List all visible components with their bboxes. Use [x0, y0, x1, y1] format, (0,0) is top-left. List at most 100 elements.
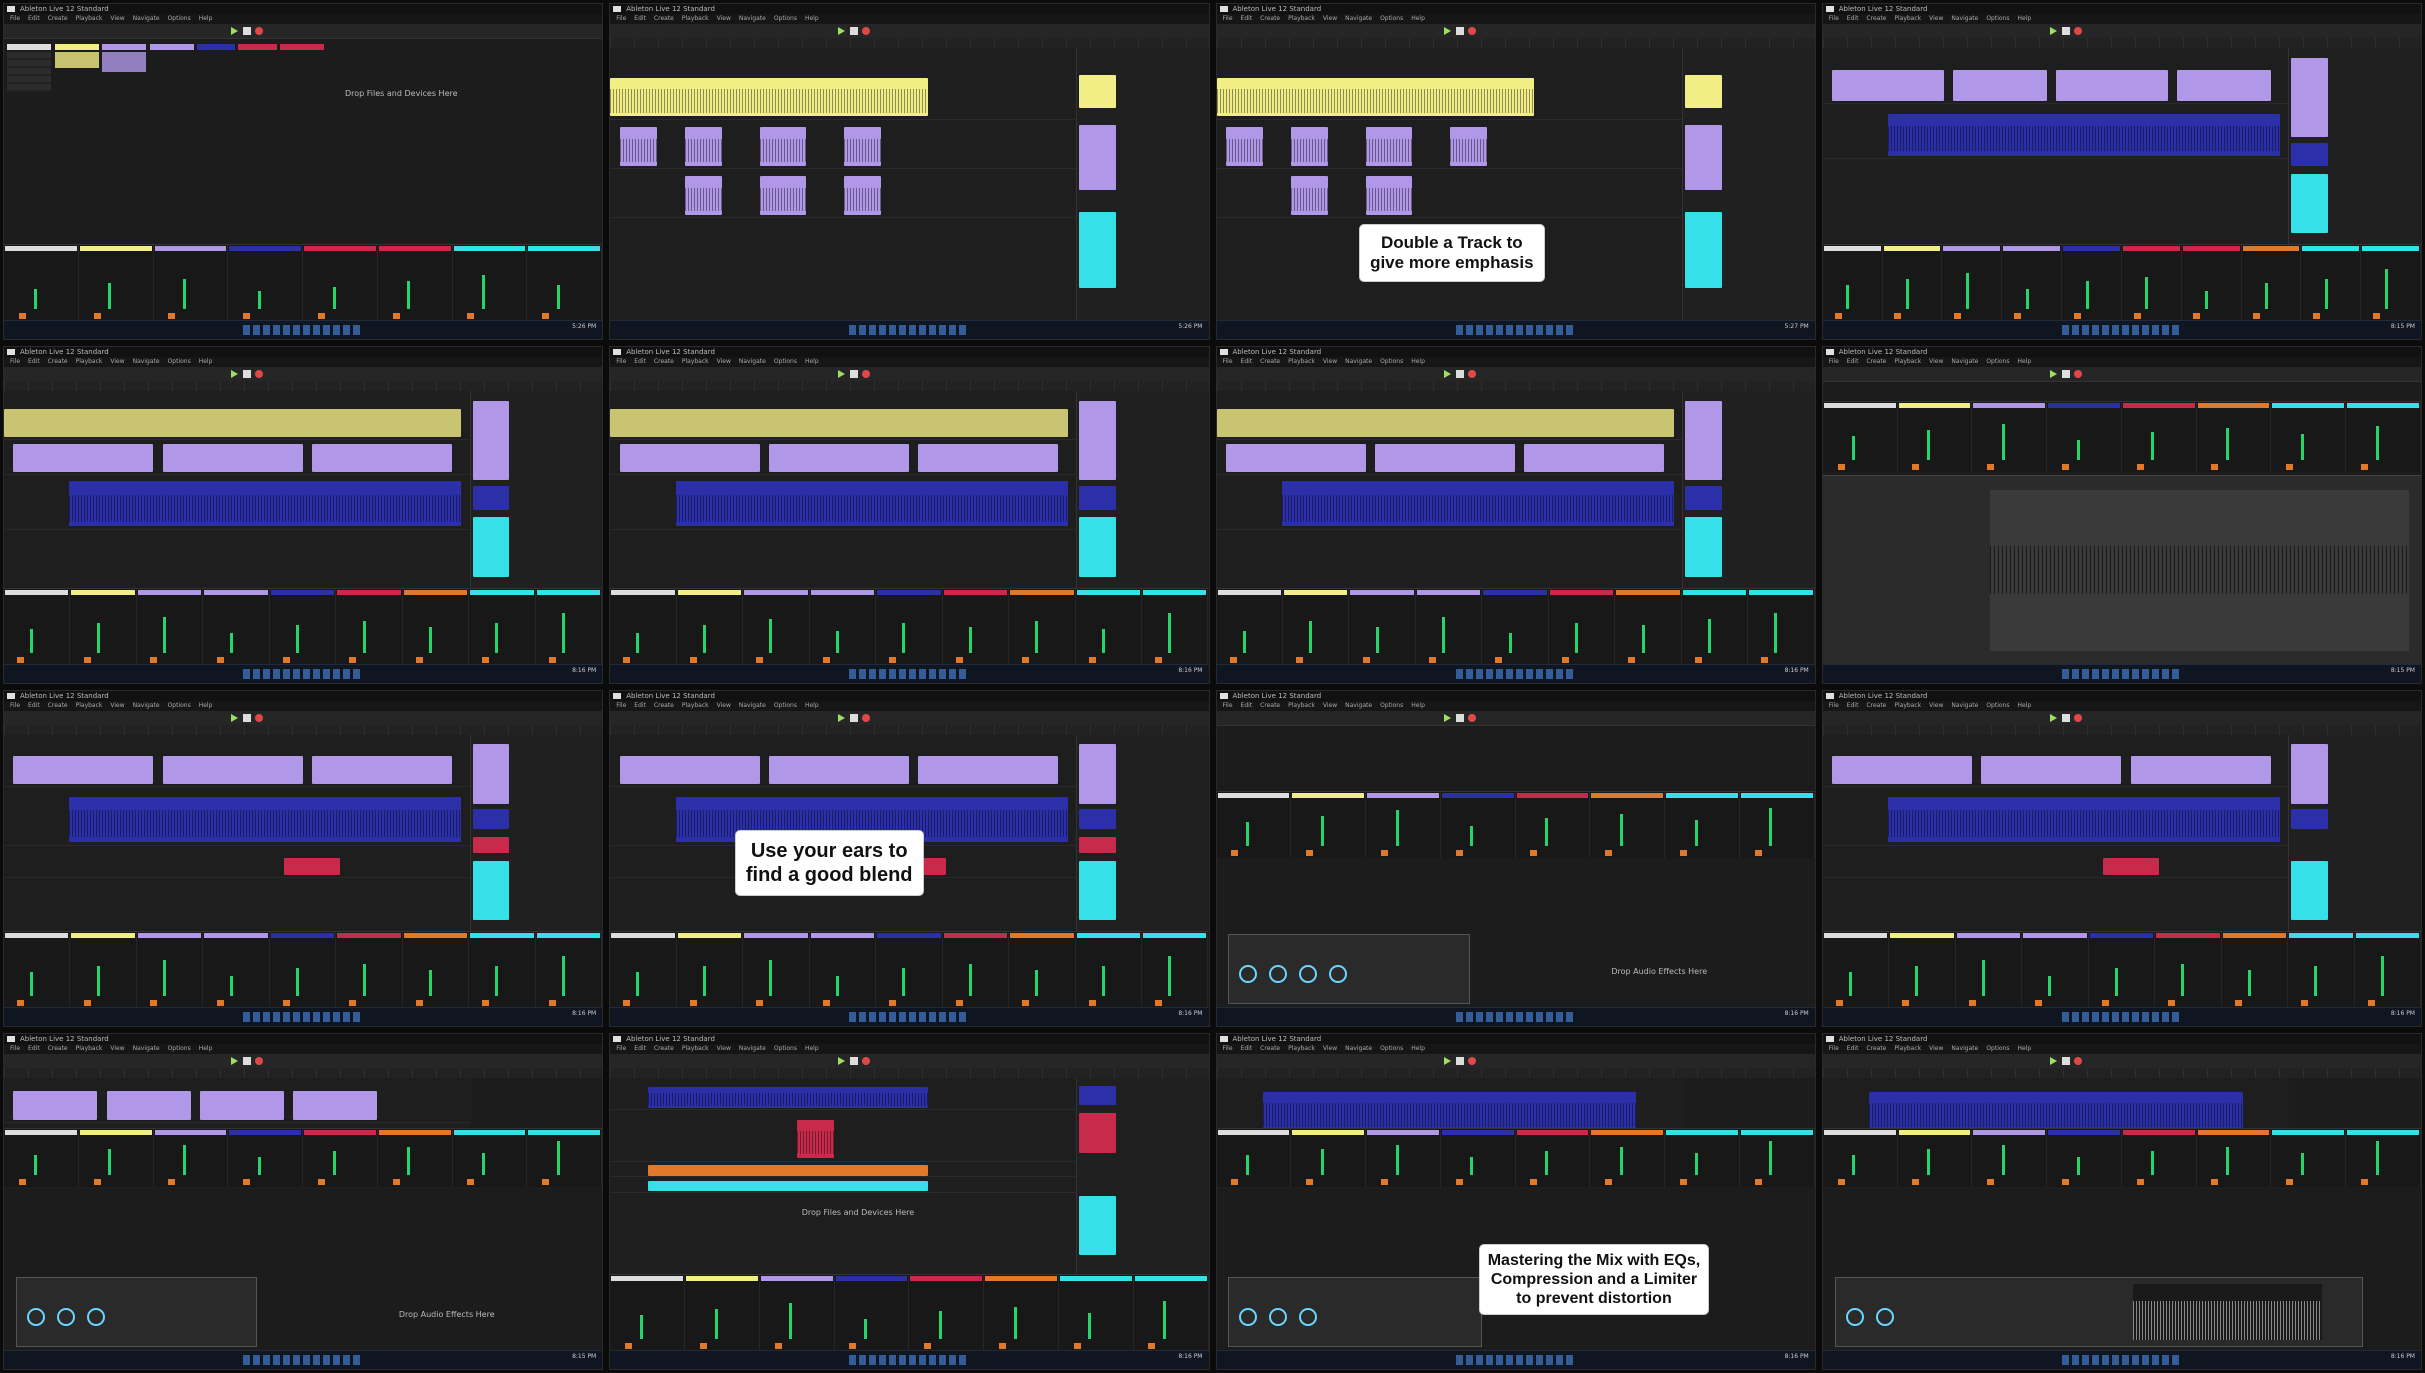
dial-knob[interactable] — [1299, 1308, 1318, 1326]
stop-icon[interactable] — [1455, 1056, 1464, 1065]
stop-icon[interactable] — [243, 713, 252, 722]
stop-icon[interactable] — [849, 370, 858, 379]
stop-icon[interactable] — [1455, 27, 1464, 35]
stop-icon[interactable] — [849, 1056, 858, 1065]
reverb-device[interactable] — [1228, 933, 1470, 1004]
ableton-logo-icon — [7, 6, 15, 12]
stop-icon[interactable] — [243, 27, 252, 35]
record-icon[interactable] — [2074, 370, 2083, 379]
play-icon[interactable] — [2050, 370, 2058, 379]
menu-playback[interactable]: Playback — [76, 15, 103, 22]
menu-view[interactable]: View — [110, 15, 124, 22]
transport-bar — [610, 710, 1209, 726]
timeline-ruler[interactable] — [610, 1067, 1209, 1078]
record-icon[interactable] — [861, 370, 870, 379]
record-icon[interactable] — [255, 370, 264, 379]
stop-icon[interactable] — [849, 713, 858, 722]
record-icon[interactable] — [255, 1056, 264, 1065]
stop-icon[interactable] — [1455, 370, 1464, 379]
transport-bar — [1216, 24, 1815, 39]
ableton-logo-icon — [613, 1035, 622, 1042]
dial-knob[interactable] — [1845, 1308, 1864, 1326]
stop-icon[interactable] — [243, 1056, 252, 1065]
play-icon[interactable] — [837, 370, 845, 379]
dial-knob[interactable] — [1299, 964, 1318, 983]
session-clip-grid — [7, 44, 325, 104]
record-icon[interactable] — [2074, 1056, 2083, 1065]
play-icon[interactable] — [837, 1056, 845, 1065]
record-icon[interactable] — [861, 27, 870, 35]
record-icon[interactable] — [1467, 27, 1476, 35]
play-icon[interactable] — [837, 27, 845, 35]
eq-device[interactable] — [1228, 1277, 1482, 1347]
menu-create[interactable]: Create — [48, 15, 68, 22]
play-icon[interactable] — [1443, 1056, 1451, 1065]
arrangement-view — [1216, 391, 1684, 589]
stop-icon[interactable] — [849, 27, 858, 35]
play-icon[interactable] — [231, 27, 239, 35]
timeline-ruler[interactable] — [4, 1067, 603, 1078]
record-icon[interactable] — [255, 713, 264, 722]
dial-knob[interactable] — [1329, 964, 1348, 983]
taskbar: 8:15 PM — [4, 1350, 603, 1369]
play-icon[interactable] — [231, 713, 239, 722]
menu-bar: File Edit Create Playback View Navigate Option… — [1216, 14, 1815, 24]
play-icon[interactable] — [837, 713, 845, 722]
record-icon[interactable] — [1467, 713, 1476, 722]
mixer-section — [1216, 587, 1815, 665]
dial-knob[interactable] — [86, 1308, 105, 1326]
arrangement-view — [4, 734, 471, 932]
tip-caption: Double a Track to give more emphasis — [1360, 225, 1544, 282]
transport-bar — [1822, 1053, 2421, 1069]
ableton-logo-icon — [1219, 6, 1228, 12]
clock: 5:26 PM — [572, 323, 597, 331]
dial-knob[interactable] — [26, 1308, 45, 1326]
record-icon[interactable] — [861, 1056, 870, 1065]
menu-edit[interactable]: Edit — [28, 15, 40, 22]
mastering-chain[interactable] — [1834, 1277, 2364, 1347]
taskbar: 8:16 PM — [1822, 1350, 2421, 1369]
stop-icon[interactable] — [2062, 1056, 2071, 1065]
timeline-ruler[interactable] — [4, 724, 603, 735]
timeline-ruler[interactable] — [1216, 1067, 1815, 1078]
record-icon[interactable] — [861, 713, 870, 722]
play-icon[interactable] — [231, 370, 239, 379]
dial-knob[interactable] — [56, 1308, 75, 1326]
record-icon[interactable] — [1467, 1056, 1476, 1065]
dial-knob[interactable] — [1239, 964, 1258, 983]
dial-knob[interactable] — [1269, 964, 1288, 983]
play-icon[interactable] — [1443, 370, 1451, 379]
timeline-ruler[interactable] — [1216, 381, 1815, 392]
play-icon[interactable] — [2050, 1056, 2058, 1065]
play-icon[interactable] — [1443, 27, 1451, 35]
timeline-ruler[interactable] — [1216, 38, 1815, 48]
dial-knob[interactable] — [1239, 1308, 1258, 1326]
menu-help[interactable]: Help — [199, 15, 213, 22]
record-icon[interactable] — [255, 27, 264, 35]
play-icon[interactable] — [2050, 713, 2058, 722]
dial-knob[interactable] — [1875, 1308, 1894, 1326]
timeline-ruler[interactable] — [610, 381, 1209, 392]
timeline-ruler[interactable] — [610, 38, 1209, 48]
record-icon[interactable] — [2074, 27, 2083, 35]
menu-options[interactable]: Options — [168, 15, 191, 22]
stop-icon[interactable] — [2062, 27, 2071, 35]
reverb-device[interactable] — [15, 1277, 258, 1347]
play-icon[interactable] — [231, 1056, 239, 1065]
stop-icon[interactable] — [1455, 713, 1464, 722]
dial-knob[interactable] — [1269, 1308, 1288, 1326]
menu-navigate[interactable]: Navigate — [133, 15, 160, 22]
timeline-ruler[interactable] — [1822, 724, 2421, 735]
stop-icon[interactable] — [2062, 370, 2071, 379]
stop-icon[interactable] — [243, 370, 252, 379]
timeline-ruler[interactable] — [610, 724, 1209, 735]
record-icon[interactable] — [2074, 713, 2083, 722]
timeline-ruler[interactable] — [4, 381, 603, 392]
play-icon[interactable] — [1443, 713, 1451, 722]
play-icon[interactable] — [2050, 27, 2058, 35]
timeline-ruler[interactable] — [1822, 38, 2421, 48]
timeline-ruler[interactable] — [1822, 1067, 2421, 1078]
menu-file[interactable]: File — [10, 15, 20, 22]
record-icon[interactable] — [1467, 370, 1476, 379]
stop-icon[interactable] — [2062, 713, 2071, 722]
